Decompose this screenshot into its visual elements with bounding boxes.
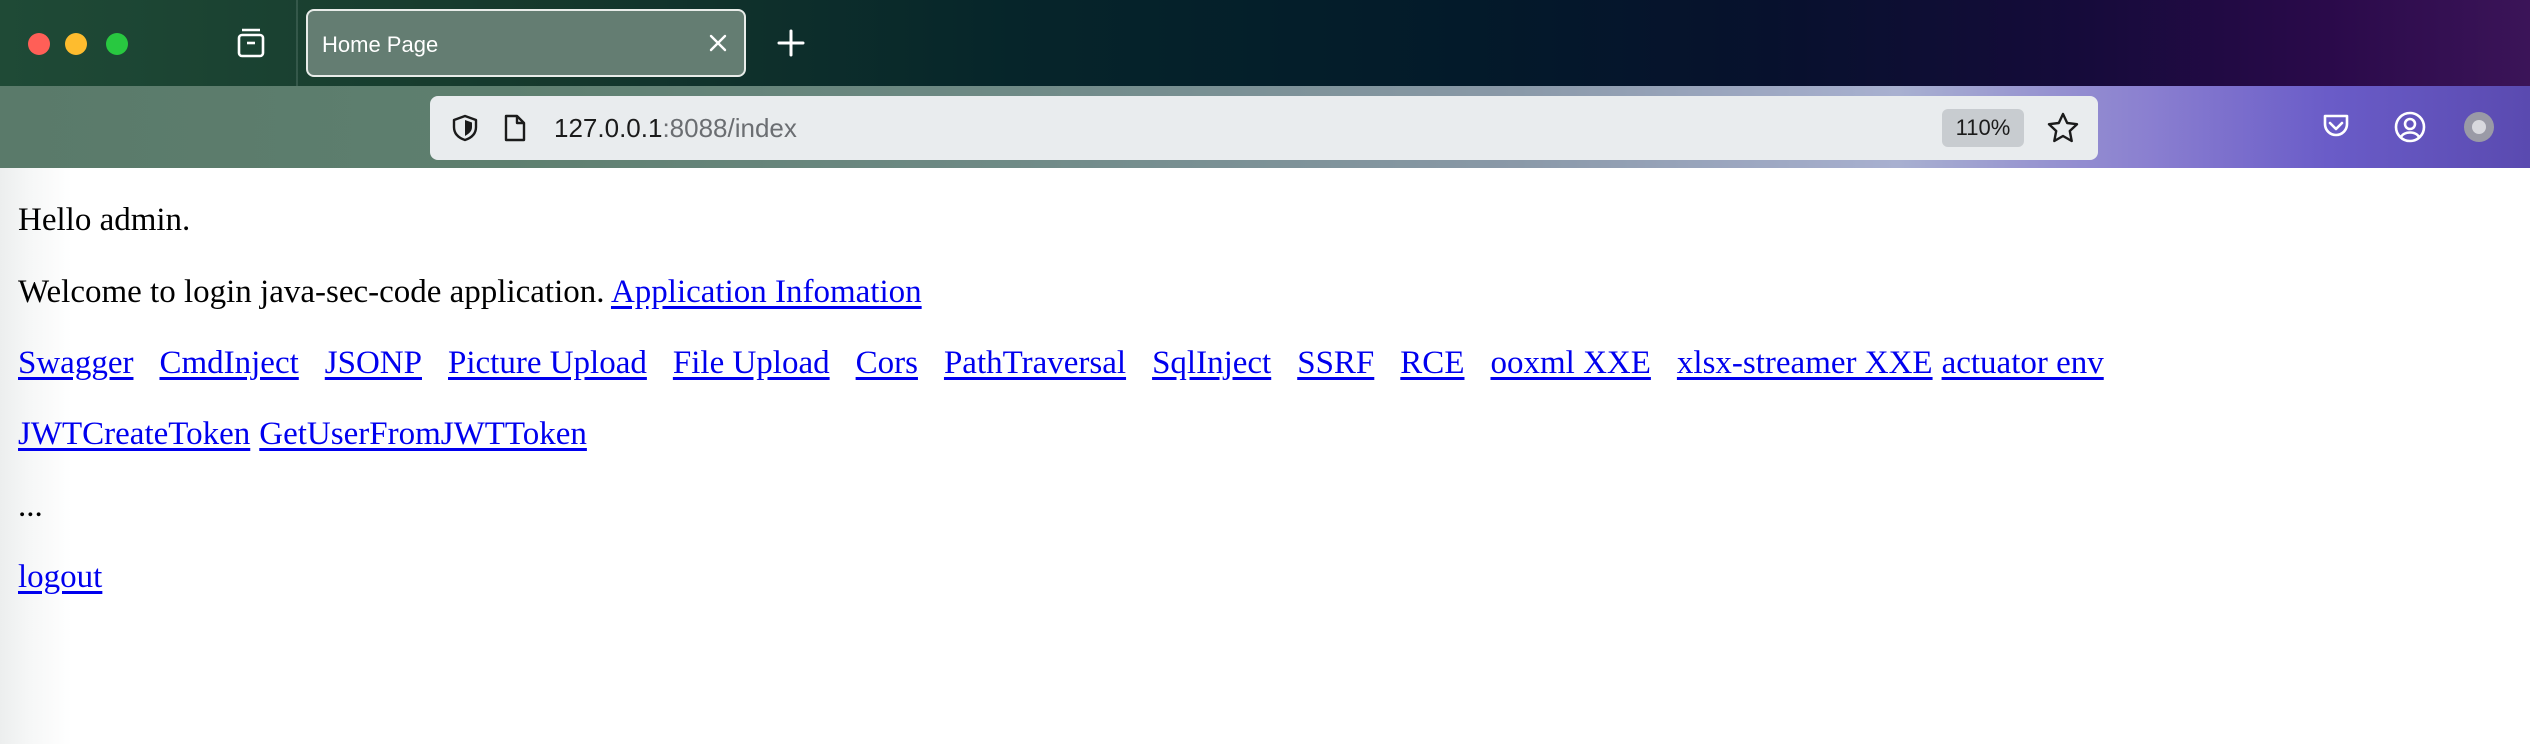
- tab-home-page[interactable]: Home Page: [306, 9, 746, 77]
- page-content: Hello admin. Welcome to login java-sec-c…: [0, 168, 2530, 744]
- account-icon[interactable]: [2393, 110, 2427, 144]
- link-cmdinject[interactable]: CmdInject: [159, 345, 298, 381]
- link-jsonp[interactable]: JSONP: [325, 345, 422, 381]
- logout-line: logout: [18, 559, 102, 596]
- url-path: :8088/index: [662, 113, 797, 143]
- zoom-level-button[interactable]: 110%: [1942, 109, 2024, 147]
- extension-icon[interactable]: [2462, 110, 2496, 144]
- tab-bar: Home Page: [0, 0, 2530, 86]
- link-ooxml-xxe[interactable]: ooxml XXE: [1490, 345, 1650, 381]
- close-window-button[interactable]: [28, 33, 50, 55]
- welcome-line: Welcome to login java-sec-code applicati…: [18, 274, 922, 311]
- feature-links-row: Swagger CmdInject JSONP Picture Upload File …: [18, 345, 2104, 382]
- link-cors[interactable]: Cors: [856, 345, 918, 381]
- link-get-user-from-jwt-token[interactable]: GetUserFromJWTToken: [259, 416, 587, 452]
- jwt-links-row: JWTCreateToken GetUserFromJWTToken: [18, 416, 587, 453]
- tab-divider: [296, 0, 298, 86]
- application-info-link[interactable]: Application Infomation: [611, 274, 922, 310]
- logout-link[interactable]: logout: [18, 559, 102, 595]
- link-swagger[interactable]: Swagger: [18, 345, 133, 381]
- shield-icon[interactable]: [450, 113, 480, 143]
- link-actuator-env[interactable]: actuator env: [1942, 345, 2104, 381]
- greeting-text: Hello admin.: [18, 202, 191, 238]
- star-icon[interactable]: [2046, 111, 2080, 145]
- page-icon: [502, 113, 528, 143]
- link-rce[interactable]: RCE: [1400, 345, 1464, 381]
- welcome-text: Welcome to login java-sec-code applicati…: [18, 274, 605, 310]
- link-jwt-create-token[interactable]: JWTCreateToken: [18, 416, 250, 452]
- close-icon[interactable]: [706, 31, 730, 55]
- link-file-upload[interactable]: File Upload: [673, 345, 830, 381]
- pocket-icon[interactable]: [2320, 110, 2352, 142]
- link-xlsx-streamer-xxe[interactable]: xlsx-streamer XXE: [1677, 345, 1933, 381]
- link-path-traversal[interactable]: PathTraversal: [944, 345, 1126, 381]
- plus-icon[interactable]: [774, 26, 808, 60]
- browser-chrome: Home Page 127.0.0.1:8088/index 110%: [0, 0, 2530, 226]
- minimize-window-button[interactable]: [65, 33, 87, 55]
- maximize-window-button[interactable]: [106, 33, 128, 55]
- link-picture-upload[interactable]: Picture Upload: [448, 345, 647, 381]
- link-sqlinject[interactable]: SqlInject: [1152, 345, 1271, 381]
- url-host: 127.0.0.1: [554, 113, 663, 143]
- tab-title: Home Page: [322, 32, 439, 57]
- url-text[interactable]: 127.0.0.1:8088/index: [554, 113, 797, 144]
- url-bar[interactable]: 127.0.0.1:8088/index 110%: [430, 96, 2098, 160]
- link-ssrf[interactable]: SSRF: [1297, 345, 1374, 381]
- tab-overview-icon[interactable]: [232, 26, 270, 60]
- ellipsis-text: ...: [18, 488, 43, 524]
